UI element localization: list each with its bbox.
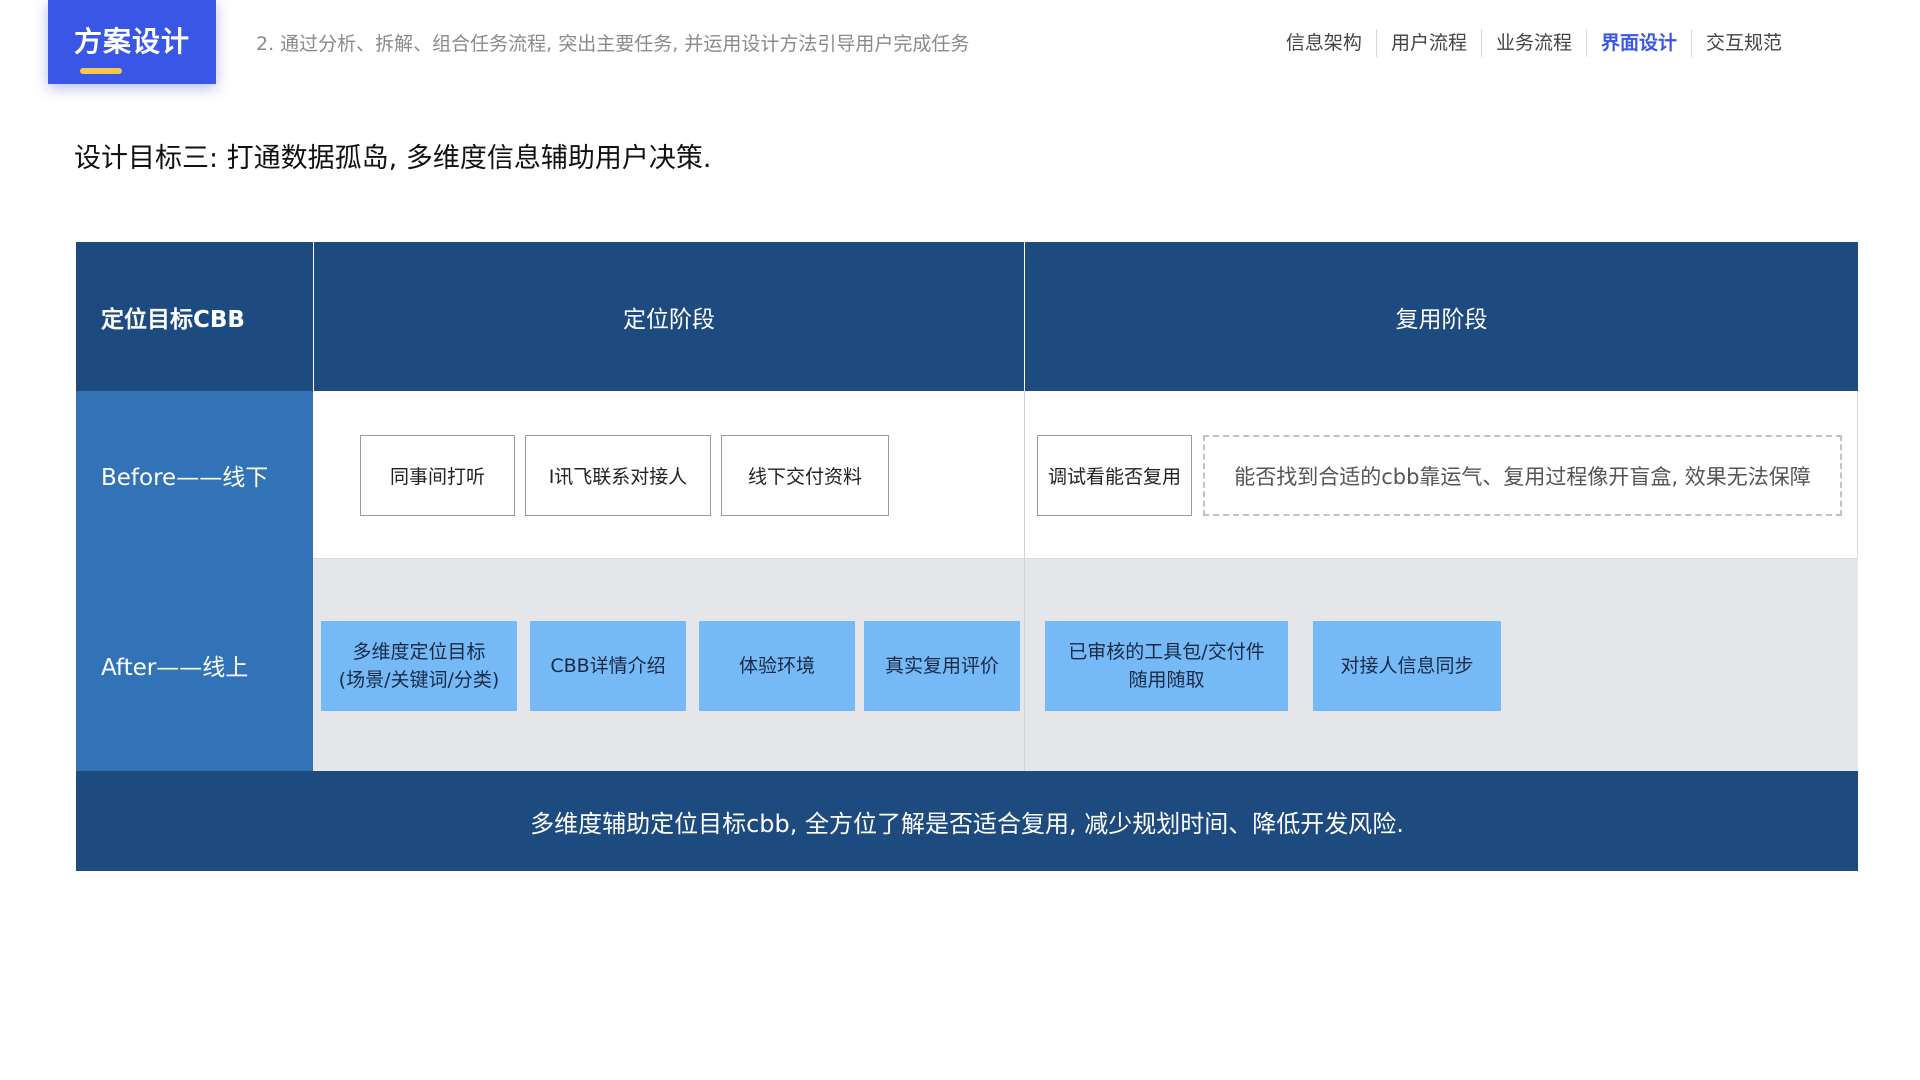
after-locate-item: CBB详情介绍: [530, 621, 686, 711]
section-badge: 方案设计: [48, 0, 216, 84]
before-locate-item: 线下交付资料: [721, 435, 889, 516]
after-reuse-item-line: 已审核的工具包/交付件: [1068, 641, 1265, 663]
after-reuse-item-line: 随用随取: [1128, 669, 1205, 691]
after-locate-item-line: (场景/关键词/分类): [338, 669, 500, 691]
after-locate-item: 真实复用评价: [864, 621, 1020, 711]
nav-info-architecture[interactable]: 信息架构: [1272, 28, 1376, 58]
page-heading: 设计目标三: 打通数据孤岛, 多维度信息辅助用户决策.: [74, 143, 712, 174]
section-subtitle: 2. 通过分析、拆解、组合任务流程, 突出主要任务, 并运用设计方法引导用户完成…: [256, 33, 970, 55]
before-locate-item: 同事间打听: [360, 435, 515, 516]
conclusion-bar: 多维度辅助定位目标cbb, 全方位了解是否适合复用, 减少规划时间、降低开发风险…: [76, 771, 1858, 871]
section-title: 方案设计: [73, 25, 190, 58]
column-divider: [1024, 391, 1025, 771]
before-locate-item: I讯飞联系对接人: [525, 435, 711, 516]
locate-stage-header: 定位阶段: [314, 242, 1024, 391]
reuse-stage-header: 复用阶段: [1025, 242, 1858, 391]
after-row-label: After——线上: [76, 559, 313, 771]
after-reuse-item: 对接人信息同步: [1313, 621, 1501, 711]
after-reuse-item: 已审核的工具包/交付件 随用随取: [1045, 621, 1288, 711]
top-nav: 信息架构 用户流程 业务流程 界面设计 交互规范: [1272, 28, 1796, 58]
table-corner-header: 定位目标CBB: [76, 242, 313, 391]
nav-user-flow[interactable]: 用户流程: [1377, 28, 1481, 58]
before-reuse-note: 能否找到合适的cbb靠运气、复用过程像开盲盒, 效果无法保障: [1203, 435, 1842, 516]
before-reuse-item: 调试看能否复用: [1037, 435, 1192, 516]
after-locate-item-line: 多维度定位目标: [352, 641, 486, 663]
before-row-label: Before——线下: [76, 391, 313, 559]
nav-business-flow[interactable]: 业务流程: [1482, 28, 1586, 58]
nav-interaction-spec[interactable]: 交互规范: [1692, 28, 1796, 58]
nav-ui-design[interactable]: 界面设计: [1587, 28, 1691, 58]
after-locate-item: 体验环境: [699, 621, 855, 711]
title-underline: [80, 68, 122, 74]
after-locate-item: 多维度定位目标 (场景/关键词/分类): [321, 621, 517, 711]
